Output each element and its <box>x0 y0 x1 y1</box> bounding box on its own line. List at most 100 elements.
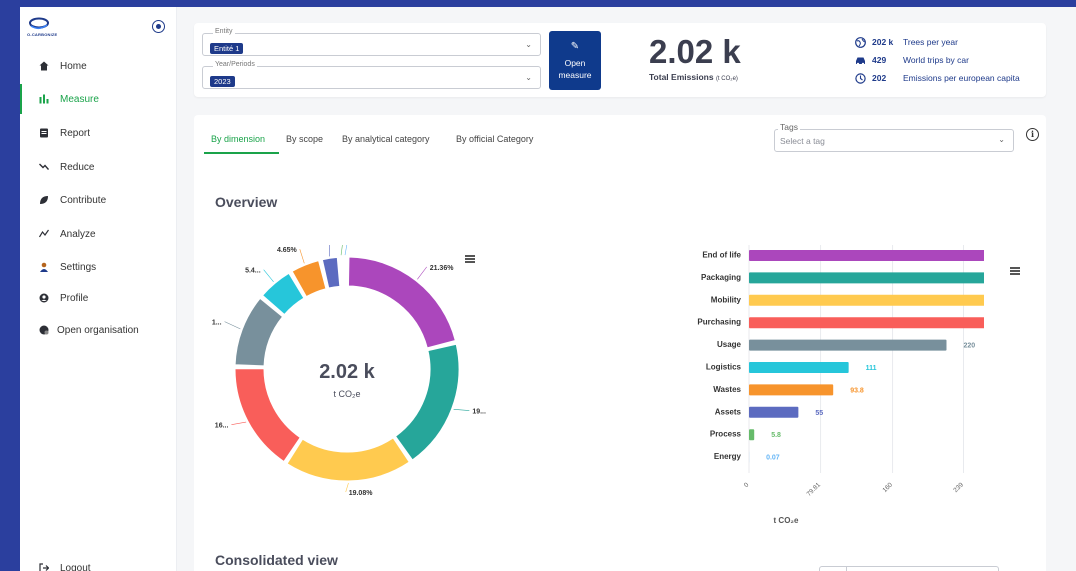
bar-category-label: Energy <box>714 452 742 461</box>
sidebar-item-report[interactable]: Report <box>20 118 176 148</box>
sidebar-item-open-organisation[interactable]: Open organisation <box>20 315 176 345</box>
logo-text: O-CARBONIZE <box>27 32 58 37</box>
donut-leader-line <box>344 245 348 256</box>
bar-menu-icon[interactable] <box>1010 267 1020 275</box>
total-unit: (t CO₂e) <box>715 76 738 82</box>
account-settings-icon[interactable] <box>152 20 165 33</box>
bar-chart-icon <box>38 93 50 105</box>
bar-value-label: 55 <box>815 410 823 417</box>
bar-x-tick: 239 <box>952 481 965 494</box>
leaf-icon <box>38 194 50 206</box>
bar-purchasing[interactable] <box>749 317 984 329</box>
total-emissions-label: Total Emissions (t CO₂e) <box>649 72 738 82</box>
bar-category-label: Process <box>710 430 742 439</box>
sidebar-item-home[interactable]: Home <box>20 51 176 81</box>
logo[interactable]: O-CARBONIZE <box>27 17 67 37</box>
bar-category-label: Mobility <box>711 295 742 304</box>
donut-slice-packaging[interactable] <box>394 343 460 461</box>
overview-title: Overview <box>215 194 278 210</box>
bar-packaging[interactable] <box>749 272 984 284</box>
bar-category-label: Wastes <box>713 385 741 394</box>
profile-icon <box>38 292 50 304</box>
user-settings-icon <box>38 261 50 273</box>
bar-x-tick: 160 <box>881 481 894 494</box>
open-measure-button[interactable]: ✎ Open measure <box>549 31 601 90</box>
bar-mobility[interactable] <box>749 294 984 306</box>
donut-chart: 21.36%19...19.08%16...1...5.4...4.65%2.7… <box>212 245 486 497</box>
donut-slice-energy[interactable] <box>344 256 347 287</box>
sidebar: O-CARBONIZE Home Measure Report Reduce C… <box>20 7 177 571</box>
sidebar-item-label: Settings <box>60 261 97 273</box>
equivalent-value: 202 k <box>872 37 894 47</box>
donut-slice-process[interactable] <box>340 256 344 287</box>
sidebar-item-label: Profile <box>60 292 89 304</box>
tab-by-official-category[interactable]: By official Category <box>456 134 533 144</box>
donut-leader-line <box>340 245 343 256</box>
donut-center-value: 2.02 k <box>319 361 375 383</box>
tags-select[interactable]: Tags Select a tag ⌄ <box>774 122 1014 152</box>
equivalent-car-trips: 429 World trips by car <box>854 53 969 67</box>
donut-label-purchasing: 16... <box>215 423 229 430</box>
donut-center-unit: t CO₂e <box>334 389 361 399</box>
sidebar-item-contribute[interactable]: Contribute <box>20 185 176 215</box>
donut-label-assets: 2.73% <box>307 245 328 246</box>
tags-label: Tags <box>778 122 800 132</box>
period-select[interactable]: Year/Periods 2023 ⌄ <box>202 61 541 89</box>
entity-select[interactable]: Entity Entité 1 ⌄ <box>202 28 541 56</box>
bar-category-label: Logistics <box>706 363 742 372</box>
logout-button[interactable]: Logout <box>20 553 176 571</box>
chevron-down-icon: ⌄ <box>525 40 532 49</box>
donut-label-wastes: 4.65% <box>277 247 298 254</box>
bar-assets[interactable] <box>749 406 799 418</box>
bar-wastes[interactable] <box>749 384 834 396</box>
tags-placeholder: Select a tag <box>780 136 825 146</box>
equivalent-text: World trips by car <box>903 55 969 65</box>
donut-leader-line <box>417 266 427 280</box>
bar-logistics[interactable] <box>749 362 849 373</box>
sidebar-item-profile[interactable]: Profile <box>20 283 176 313</box>
sidebar-item-analyze[interactable]: Analyze <box>20 219 176 249</box>
bar-category-label: Packaging <box>701 273 741 282</box>
donut-slice-usage[interactable] <box>234 297 284 367</box>
sidebar-item-reduce[interactable]: Reduce <box>20 152 176 182</box>
bar-category-label: Purchasing <box>697 318 741 327</box>
sidebar-item-label: Measure <box>60 93 99 105</box>
consolidated-view-title: Consolidated view <box>215 552 338 568</box>
analyze-icon <box>38 228 50 240</box>
bar-category-label: Assets <box>715 407 742 416</box>
donut-leader-line <box>299 249 305 264</box>
donut-label-logistics: 5.4... <box>245 268 261 275</box>
sidebar-item-label: Report <box>60 127 91 139</box>
chevron-down-icon: ⌄ <box>525 73 532 82</box>
donut-slice-purchasing[interactable] <box>234 368 301 463</box>
consolidated-controls[interactable] <box>819 566 999 571</box>
bar-value-label: 111 <box>866 365 877 372</box>
equivalent-value: 202 <box>872 73 887 83</box>
donut-slice-mobility[interactable] <box>286 437 410 482</box>
bar-process[interactable] <box>749 429 755 441</box>
sidebar-item-measure[interactable]: Measure <box>20 84 176 114</box>
open-measure-label-2: measure <box>558 69 592 80</box>
summary-card: Entity Entité 1 ⌄ Year/Periods 2023 ⌄ ✎ … <box>194 23 1046 97</box>
sidebar-item-settings[interactable]: Settings <box>20 252 176 282</box>
tab-by-analytical-category[interactable]: By analytical category <box>342 134 430 144</box>
entity-chip[interactable]: Entité 1 <box>210 43 244 54</box>
bar-x-tick: 79.81 <box>806 481 823 498</box>
total-label-text: Total Emissions <box>649 72 714 82</box>
globe-icon <box>854 36 866 48</box>
equivalent-text: Trees per year <box>903 37 958 47</box>
equivalent-text: Emissions per european capita <box>903 73 1020 83</box>
tab-by-dimension[interactable]: By dimension <box>211 134 265 144</box>
bar-usage[interactable] <box>749 339 947 351</box>
bar-end-of-life[interactable] <box>749 250 984 261</box>
chevron-down-icon: ⌄ <box>998 135 1005 144</box>
tab-by-scope[interactable]: By scope <box>286 134 323 144</box>
bar-category-label: End of life <box>702 251 741 260</box>
period-chip[interactable]: 2023 <box>210 76 235 87</box>
sidebar-item-label: Analyze <box>60 228 96 240</box>
report-icon <box>38 127 50 139</box>
bar-x-axis-label: t CO₂e <box>774 516 799 525</box>
info-icon[interactable]: i <box>1026 128 1039 141</box>
logout-icon <box>38 562 50 571</box>
bar-x-tick: 0 <box>743 481 751 489</box>
